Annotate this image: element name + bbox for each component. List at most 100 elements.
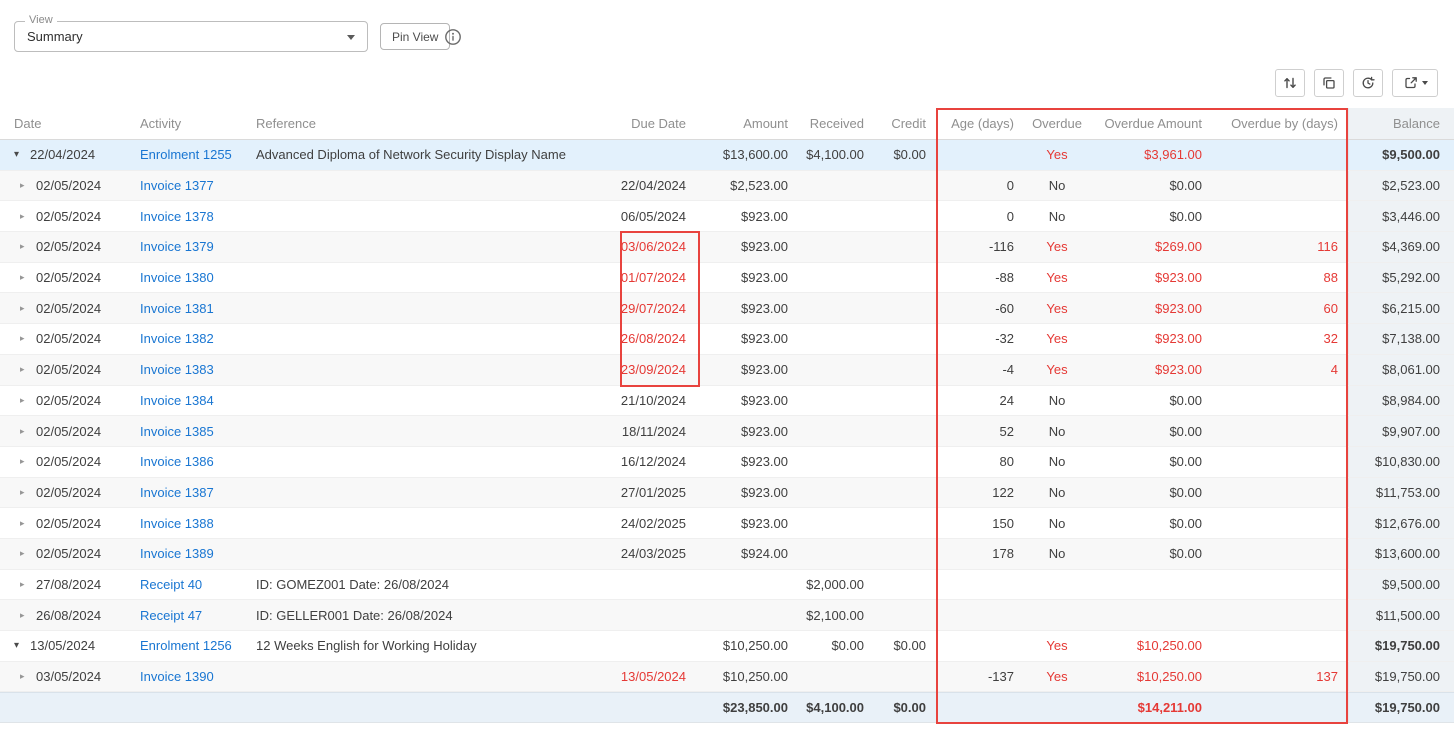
pin-view-button[interactable]: Pin View bbox=[380, 23, 450, 50]
activity-link[interactable]: Invoice 1377 bbox=[140, 178, 214, 193]
expand-row-icon[interactable]: ▸ bbox=[20, 549, 36, 558]
export-button[interactable] bbox=[1392, 69, 1438, 97]
expand-row-icon[interactable]: ▸ bbox=[20, 273, 36, 282]
detail-row[interactable]: ▸02/05/2024Invoice 138824/02/2025$923.00… bbox=[0, 508, 1454, 539]
column-header-balance[interactable]: Balance bbox=[1348, 108, 1454, 139]
activity-link[interactable]: Invoice 1387 bbox=[140, 485, 214, 500]
cell-balance: $8,984.00 bbox=[1348, 386, 1454, 416]
expand-row-icon[interactable]: ▸ bbox=[20, 427, 36, 436]
cell-overdue: No bbox=[1024, 478, 1090, 508]
expand-row-icon[interactable]: ▸ bbox=[20, 334, 36, 343]
cell-activity: Receipt 47 bbox=[122, 600, 236, 630]
export-icon bbox=[1403, 75, 1419, 91]
detail-row[interactable]: ▸02/05/2024Invoice 138727/01/2025$923.00… bbox=[0, 478, 1454, 509]
expand-row-icon[interactable]: ▸ bbox=[20, 181, 36, 190]
column-header-received[interactable]: Received bbox=[798, 108, 874, 139]
expand-row-icon[interactable]: ▸ bbox=[20, 519, 36, 528]
expand-row-icon[interactable]: ▸ bbox=[20, 672, 36, 681]
activity-link[interactable]: Invoice 1384 bbox=[140, 393, 214, 408]
column-header-overdue_by[interactable]: Overdue by (days) bbox=[1212, 108, 1348, 139]
activity-link[interactable]: Invoice 1383 bbox=[140, 362, 214, 377]
detail-row[interactable]: ▸27/08/2024Receipt 40ID: GOMEZ001 Date: … bbox=[0, 570, 1454, 601]
column-header-due_date[interactable]: Due Date bbox=[600, 108, 696, 139]
cell-due_date: 24/03/2025 bbox=[600, 539, 696, 569]
cell-credit bbox=[874, 447, 936, 477]
expand-row-icon[interactable]: ▸ bbox=[20, 457, 36, 466]
cell-amount: $10,250.00 bbox=[696, 631, 798, 661]
column-header-age[interactable]: Age (days) bbox=[936, 108, 1024, 139]
collapse-row-icon[interactable]: ▾ bbox=[14, 641, 30, 651]
swap-vertical-icon[interactable] bbox=[1275, 69, 1305, 97]
activity-link[interactable]: Invoice 1386 bbox=[140, 454, 214, 469]
cell-date: ▸27/08/2024 bbox=[0, 570, 122, 600]
cell-due_date bbox=[600, 140, 696, 170]
activity-link[interactable]: Invoice 1385 bbox=[140, 424, 214, 439]
column-header-activity[interactable]: Activity bbox=[122, 108, 236, 139]
cell-balance: $9,500.00 bbox=[1348, 140, 1454, 170]
detail-row[interactable]: ▸02/05/2024Invoice 137806/05/2024$923.00… bbox=[0, 201, 1454, 232]
column-header-reference[interactable]: Reference bbox=[236, 108, 600, 139]
cell-age: 150 bbox=[936, 508, 1024, 538]
expand-row-icon[interactable]: ▸ bbox=[20, 611, 36, 620]
total-date bbox=[0, 693, 122, 722]
detail-row[interactable]: ▸02/05/2024Invoice 137722/04/2024$2,523.… bbox=[0, 171, 1454, 202]
column-header-credit[interactable]: Credit bbox=[874, 108, 936, 139]
date-text: 02/05/2024 bbox=[36, 178, 101, 193]
view-select[interactable]: View Summary bbox=[14, 21, 368, 52]
detail-row[interactable]: ▸03/05/2024Invoice 139013/05/2024$10,250… bbox=[0, 662, 1454, 693]
cell-amount: $923.00 bbox=[696, 293, 798, 323]
expand-row-icon[interactable]: ▸ bbox=[20, 242, 36, 251]
detail-row[interactable]: ▸02/05/2024Invoice 138129/07/2024$923.00… bbox=[0, 293, 1454, 324]
expand-row-icon[interactable]: ▸ bbox=[20, 396, 36, 405]
collapse-row-icon[interactable]: ▾ bbox=[14, 150, 30, 160]
group-row[interactable]: ▾22/04/2024Enrolment 1255Advanced Diplom… bbox=[0, 140, 1454, 171]
expand-row-icon[interactable]: ▸ bbox=[20, 488, 36, 497]
total-activity bbox=[122, 693, 236, 722]
column-header-overdue_amount[interactable]: Overdue Amount bbox=[1090, 108, 1212, 139]
copy-icon[interactable] bbox=[1314, 69, 1344, 97]
detail-row[interactable]: ▸02/05/2024Invoice 138518/11/2024$923.00… bbox=[0, 416, 1454, 447]
column-header-overdue[interactable]: Overdue bbox=[1024, 108, 1090, 139]
activity-link[interactable]: Invoice 1381 bbox=[140, 301, 214, 316]
activity-link[interactable]: Invoice 1380 bbox=[140, 270, 214, 285]
activity-link[interactable]: Invoice 1388 bbox=[140, 516, 214, 531]
activity-link[interactable]: Invoice 1382 bbox=[140, 331, 214, 346]
activity-link[interactable]: Receipt 47 bbox=[140, 608, 202, 623]
history-icon[interactable] bbox=[1353, 69, 1383, 97]
expand-row-icon[interactable]: ▸ bbox=[20, 580, 36, 589]
info-icon[interactable] bbox=[444, 28, 462, 46]
detail-row[interactable]: ▸26/08/2024Receipt 47ID: GELLER001 Date:… bbox=[0, 600, 1454, 631]
cell-credit: $0.00 bbox=[874, 140, 936, 170]
detail-row[interactable]: ▸02/05/2024Invoice 138226/08/2024$923.00… bbox=[0, 324, 1454, 355]
cell-overdue bbox=[1024, 570, 1090, 600]
group-row[interactable]: ▾13/05/2024Enrolment 125612 Weeks Englis… bbox=[0, 631, 1454, 662]
activity-link[interactable]: Receipt 40 bbox=[140, 577, 202, 592]
detail-row[interactable]: ▸02/05/2024Invoice 138924/03/2025$924.00… bbox=[0, 539, 1454, 570]
column-header-amount[interactable]: Amount bbox=[696, 108, 798, 139]
detail-row[interactable]: ▸02/05/2024Invoice 137903/06/2024$923.00… bbox=[0, 232, 1454, 263]
detail-row[interactable]: ▸02/05/2024Invoice 138323/09/2024$923.00… bbox=[0, 355, 1454, 386]
activity-link[interactable]: Invoice 1390 bbox=[140, 669, 214, 684]
cell-overdue_amount: $0.00 bbox=[1090, 201, 1212, 231]
cell-overdue: No bbox=[1024, 416, 1090, 446]
date-text: 02/05/2024 bbox=[36, 270, 101, 285]
activity-link[interactable]: Invoice 1389 bbox=[140, 546, 214, 561]
cell-activity: Invoice 1381 bbox=[122, 293, 236, 323]
detail-row[interactable]: ▸02/05/2024Invoice 138421/10/2024$923.00… bbox=[0, 386, 1454, 417]
cell-date: ▸02/05/2024 bbox=[0, 263, 122, 293]
expand-row-icon[interactable]: ▸ bbox=[20, 212, 36, 221]
detail-row[interactable]: ▸02/05/2024Invoice 138616/12/2024$923.00… bbox=[0, 447, 1454, 478]
detail-row[interactable]: ▸02/05/2024Invoice 138001/07/2024$923.00… bbox=[0, 263, 1454, 294]
activity-link[interactable]: Enrolment 1255 bbox=[140, 147, 232, 162]
expand-row-icon[interactable]: ▸ bbox=[20, 365, 36, 374]
cell-credit bbox=[874, 478, 936, 508]
activity-link[interactable]: Invoice 1379 bbox=[140, 239, 214, 254]
cell-age: -116 bbox=[936, 232, 1024, 262]
cell-credit bbox=[874, 416, 936, 446]
activity-link[interactable]: Invoice 1378 bbox=[140, 209, 214, 224]
cell-activity: Invoice 1384 bbox=[122, 386, 236, 416]
activity-link[interactable]: Enrolment 1256 bbox=[140, 638, 232, 653]
column-header-date[interactable]: Date bbox=[0, 108, 122, 139]
expand-row-icon[interactable]: ▸ bbox=[20, 304, 36, 313]
cell-reference bbox=[236, 293, 600, 323]
